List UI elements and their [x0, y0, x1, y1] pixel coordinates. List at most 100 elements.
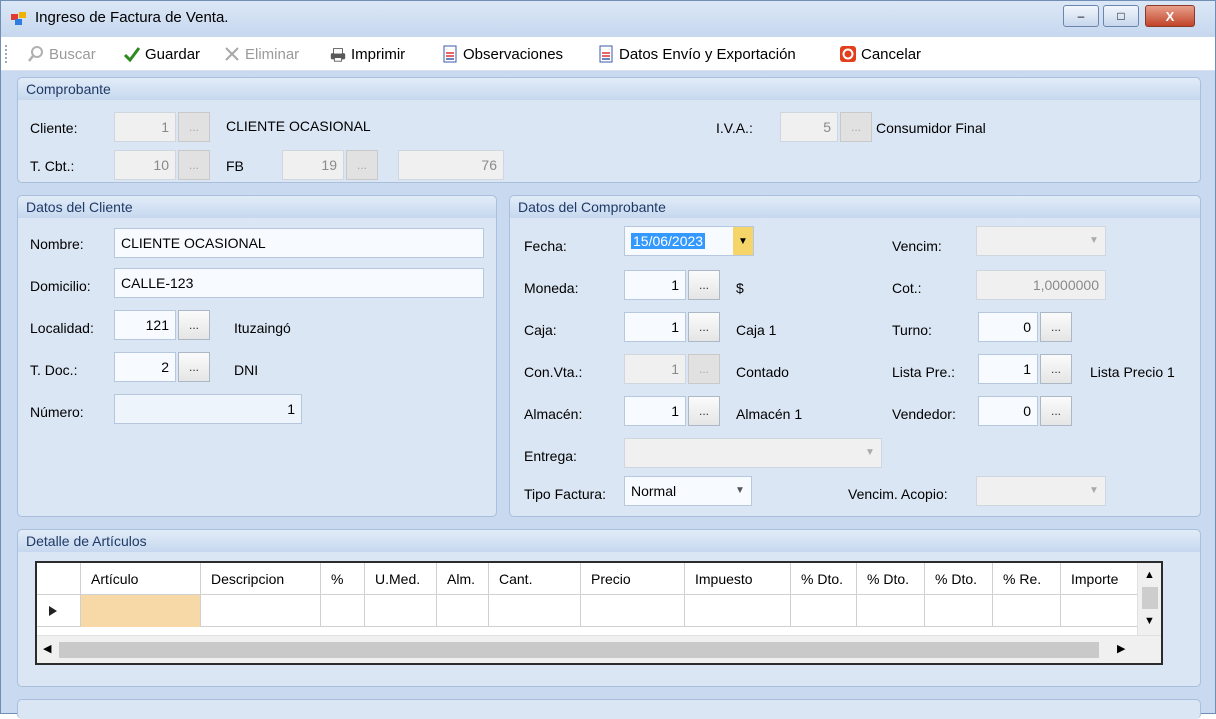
column-header[interactable]: % Dto.	[925, 563, 993, 595]
column-header[interactable]: Alm.	[437, 563, 489, 595]
lista-label: Lista Pre.:	[892, 364, 956, 380]
lista-code-field[interactable]: 1	[978, 354, 1038, 384]
articulo-cell[interactable]	[81, 595, 201, 627]
localidad-name: Ituzaingó	[234, 320, 291, 336]
tcbt-code-field[interactable]: 10	[114, 150, 176, 180]
imprimir-button[interactable]: Imprimir	[329, 43, 405, 65]
alm-cell[interactable]	[437, 595, 489, 627]
tipo-factura-combo[interactable]: Normal ▼	[624, 476, 752, 506]
column-header[interactable]: Precio	[581, 563, 685, 595]
almacen-code-field[interactable]: 1	[624, 396, 686, 426]
caja-lookup-button[interactable]: ...	[688, 312, 720, 342]
chevron-down-icon: ▼	[865, 447, 875, 458]
datos-envio-button[interactable]: Datos Envío y Exportación	[597, 43, 796, 65]
convta-label: Con.Vta.:	[524, 364, 583, 380]
scroll-down-icon[interactable]: ▼	[1144, 615, 1155, 627]
numero-doc-field[interactable]: 1	[114, 394, 302, 424]
descripcion-cell[interactable]	[201, 595, 321, 627]
close-button[interactable]: X	[1145, 5, 1195, 27]
vertical-scroll-thumb[interactable]	[1142, 587, 1158, 609]
vencim-acopio-combo[interactable]: ▼	[976, 476, 1106, 506]
porcentaje-cell[interactable]	[321, 595, 365, 627]
entrega-combo[interactable]: ▼	[624, 438, 882, 468]
precio-cell[interactable]	[581, 595, 685, 627]
cliente-code-field[interactable]: 1	[114, 112, 176, 142]
scroll-up-icon[interactable]: ▲	[1144, 569, 1155, 581]
column-header[interactable]: Impuesto	[685, 563, 791, 595]
convta-code-field[interactable]: 1	[624, 354, 686, 384]
table-row[interactable]	[37, 595, 1137, 627]
impuesto-cell[interactable]	[685, 595, 791, 627]
scroll-left-icon[interactable]: ◀	[43, 642, 51, 655]
calendar-dropdown-icon[interactable]: ▼	[733, 227, 753, 255]
localidad-code-field[interactable]: 121	[114, 310, 176, 340]
toolbar-grip[interactable]	[5, 45, 8, 63]
cliente-lookup-button[interactable]: ...	[178, 112, 210, 142]
column-header[interactable]: Artículo	[81, 563, 201, 595]
minimize-button[interactable]: –	[1063, 5, 1099, 27]
vendedor-field[interactable]: 0	[978, 396, 1038, 426]
vertical-scrollbar[interactable]: ▲ ▼	[1137, 563, 1161, 635]
importe-cell[interactable]	[1061, 595, 1137, 627]
printer-icon	[329, 45, 347, 63]
column-header[interactable]: %	[321, 563, 365, 595]
recargo-cell[interactable]	[993, 595, 1061, 627]
punto-venta-field[interactable]: 19	[282, 150, 344, 180]
tdoc-lookup-button[interactable]: ...	[178, 352, 210, 382]
caja-code-field[interactable]: 1	[624, 312, 686, 342]
delete-x-icon	[223, 45, 241, 63]
numero-comprobante-field[interactable]: 76	[398, 150, 504, 180]
column-header[interactable]: % Dto.	[791, 563, 857, 595]
maximize-button[interactable]: □	[1103, 5, 1139, 27]
articles-grid[interactable]: Artículo Descripcion % U.Med. Alm. Cant.…	[35, 561, 1163, 665]
buscar-label: Buscar	[49, 45, 96, 63]
localidad-lookup-button[interactable]: ...	[178, 310, 210, 340]
moneda-lookup-button[interactable]: ...	[688, 270, 720, 300]
observaciones-button[interactable]: Observaciones	[441, 43, 563, 65]
grid-header: Artículo Descripcion % U.Med. Alm. Cant.…	[37, 563, 1137, 595]
fecha-datepicker[interactable]: 15/06/2023 ▼	[624, 226, 754, 256]
turno-lookup-button[interactable]: ...	[1040, 312, 1072, 342]
turno-field[interactable]: 0	[978, 312, 1038, 342]
column-header[interactable]: % Re.	[993, 563, 1061, 595]
convta-lookup-button[interactable]: ...	[688, 354, 720, 384]
domicilio-field[interactable]: CALLE-123	[114, 268, 484, 298]
vendedor-lookup-button[interactable]: ...	[1040, 396, 1072, 426]
eliminar-button[interactable]: Eliminar	[223, 43, 299, 65]
tdoc-label: T. Doc.:	[30, 362, 78, 378]
vencim-label: Vencim:	[892, 238, 942, 254]
invoice-window: Ingreso de Factura de Venta. – □ X Busca…	[0, 0, 1216, 719]
column-header[interactable]: % Dto.	[857, 563, 925, 595]
punto-venta-lookup-button[interactable]: ...	[346, 150, 378, 180]
column-header[interactable]: Cant.	[489, 563, 581, 595]
iva-lookup-button[interactable]: ...	[840, 112, 872, 142]
column-header[interactable]: Importe	[1061, 563, 1137, 595]
horizontal-scroll-thumb[interactable]	[59, 642, 1099, 658]
moneda-code-field[interactable]: 1	[624, 270, 686, 300]
eliminar-label: Eliminar	[245, 45, 300, 63]
tdoc-code-field[interactable]: 2	[114, 352, 176, 382]
datos-cliente-header: Datos del Cliente	[18, 196, 496, 218]
almacen-lookup-button[interactable]: ...	[688, 396, 720, 426]
dto2-cell[interactable]	[857, 595, 925, 627]
vencim-combo[interactable]: ▼	[976, 226, 1106, 256]
buscar-button[interactable]: Buscar	[27, 43, 96, 65]
horizontal-scrollbar[interactable]: ◀ ▶	[37, 635, 1161, 663]
nombre-field[interactable]: CLIENTE OCASIONAL	[114, 228, 484, 258]
scroll-right-icon[interactable]: ▶	[1117, 642, 1125, 655]
tcbt-lookup-button[interactable]: ...	[178, 150, 210, 180]
cancelar-button[interactable]: Cancelar	[839, 43, 921, 65]
lista-lookup-button[interactable]: ...	[1040, 354, 1072, 384]
umed-cell[interactable]	[365, 595, 437, 627]
iva-code-field[interactable]: 5	[780, 112, 838, 142]
dto1-cell[interactable]	[791, 595, 857, 627]
cot-field[interactable]: 1,0000000	[976, 270, 1106, 300]
dto3-cell[interactable]	[925, 595, 993, 627]
comprobante-group: Comprobante Cliente: 1 ... CLIENTE OCASI…	[17, 77, 1201, 183]
checkmark-icon	[123, 45, 141, 63]
cant-cell[interactable]	[489, 595, 581, 627]
column-header[interactable]: Descripcion	[201, 563, 321, 595]
column-header[interactable]: U.Med.	[365, 563, 437, 595]
document-icon	[441, 45, 459, 63]
guardar-button[interactable]: Guardar	[123, 43, 200, 65]
